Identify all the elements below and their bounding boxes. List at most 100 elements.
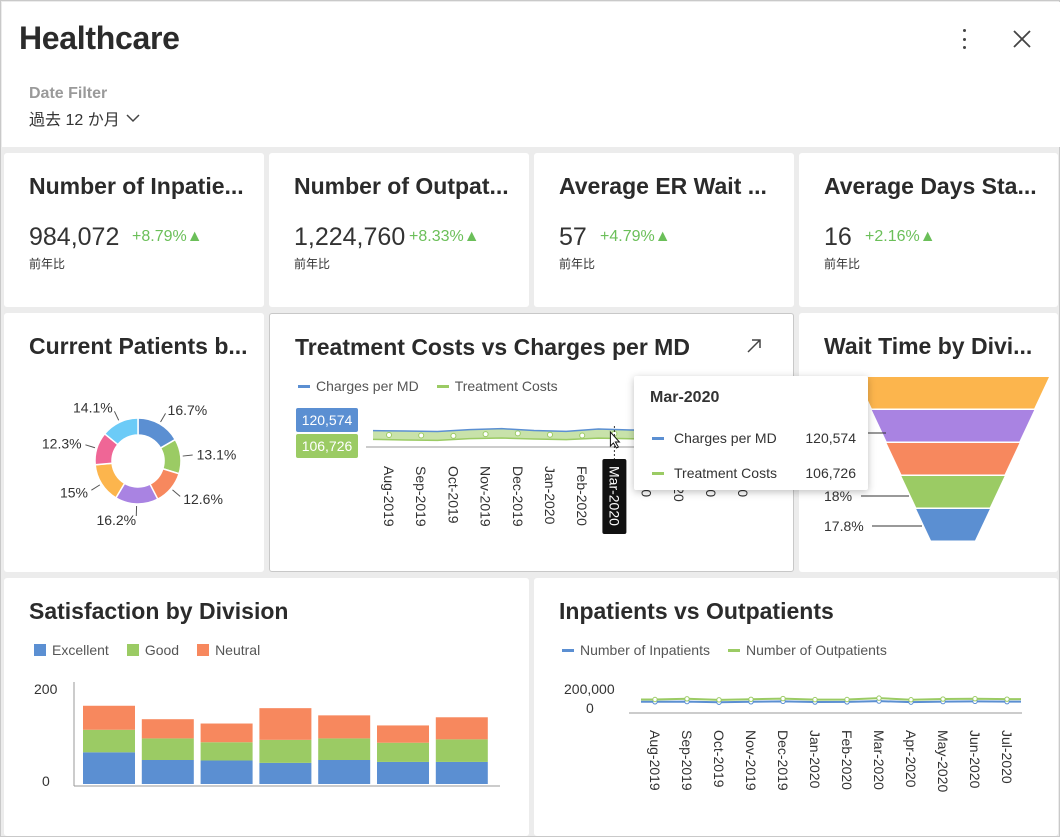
x-tick-label: Feb-2020 — [574, 466, 590, 526]
data-point — [780, 695, 786, 702]
data-point — [684, 696, 690, 702]
data-point — [876, 695, 882, 701]
stacked-bar-segment — [259, 762, 312, 784]
kpi-delta: +8.33%▲ — [409, 228, 480, 245]
stacked-bar-chart: 2000 — [34, 681, 500, 789]
kpi-card-outpatients[interactable]: Number of Outpat... 1,224,760 +8.33%▲ 前年… — [269, 153, 529, 307]
kpi-delta: +4.79%▲ — [600, 228, 671, 245]
chart-tooltip: Mar-2020 Charges per MD 120,574 Treatmen… — [634, 376, 868, 490]
x-tick-label: May-2020 — [935, 730, 951, 792]
donut-leader-line — [160, 413, 166, 423]
donut-chart: 16.7% 13.1% 12.6% 16.2% 15% 12.3% 14.1% — [42, 400, 237, 528]
stacked-bar-segment — [259, 739, 312, 763]
tooltip-value: 120,574 — [805, 430, 856, 446]
x-tick-label: Aug-2019 — [381, 466, 397, 527]
highlight-value-treatment: 106,726 — [302, 438, 353, 454]
inout-card[interactable]: Inpatients vs Outpatients Number of Inpa… — [534, 578, 1058, 836]
x-tick-label: Jan-2020 — [542, 466, 558, 525]
kpi-value: 984,072 — [29, 223, 120, 251]
kpi-card-inpatients[interactable]: Number of Inpatie... 984,072 +8.79%▲ 前年比 — [4, 153, 264, 307]
x-tick-label: Sep-2019 — [413, 466, 429, 527]
funnel-segment — [857, 377, 1049, 409]
kpi-subtitle: 前年比 — [29, 257, 66, 271]
satisfaction-card[interactable]: Satisfaction by Division Excellent Good … — [4, 578, 529, 836]
x-tick-label: Nov-2019 — [478, 466, 494, 527]
data-point — [844, 696, 850, 703]
funnel-label: 17.8% — [824, 518, 864, 534]
x-tick-label: Nov-2019 — [743, 730, 759, 791]
current-patients-card[interactable]: Current Patients b... 16.7% 13.1% 12.6% 16.… — [4, 313, 264, 572]
funnel-label: 18% — [824, 488, 852, 504]
x-tick-label: Oct-2019 — [445, 466, 461, 524]
x-tick-label: Jul-2020 — [999, 730, 1015, 784]
donut-leader-line — [85, 444, 96, 449]
stacked-bar-segment — [141, 760, 194, 784]
x-tick-label: Jun-2020 — [967, 730, 983, 789]
dashboard-window: Healthcare Date Filter 過去 12 か月 Number o… — [0, 0, 1060, 837]
donut-leader-line — [91, 484, 101, 491]
x-tick-label: Apr-2020 — [903, 730, 919, 788]
donut-slice-label: 16.7% — [168, 402, 208, 418]
funnel-segment — [886, 443, 1020, 475]
kpi-value: 1,224,760 — [294, 223, 406, 251]
stacked-bar-segment — [377, 725, 429, 743]
data-point — [418, 432, 425, 439]
x-tick-label: Aug-2019 — [647, 730, 663, 791]
tooltip-title: Mar-2020 — [650, 389, 720, 406]
kpi-delta: +8.79%▲ — [132, 228, 203, 245]
data-point — [716, 697, 722, 703]
kpi-card-er-wait[interactable]: Average ER Wait ... 57 +4.79%▲ 前年比 — [534, 153, 794, 307]
stacked-bar-segment — [83, 729, 135, 753]
stacked-bar-segment — [318, 715, 371, 739]
donut-leader-line — [182, 454, 193, 457]
x-tick-label: Sep-2019 — [679, 730, 695, 791]
stacked-bar-segment — [435, 761, 488, 784]
more-options-icon[interactable] — [952, 26, 976, 52]
donut-slice-label: 12.3% — [42, 436, 82, 452]
chevron-down-icon — [126, 114, 140, 123]
kpi-title: Average Days Sta... — [824, 173, 1037, 199]
date-filter-label: Date Filter — [29, 85, 108, 102]
x-tick-label: Jan-2020 — [807, 730, 823, 789]
series-line — [641, 697, 1021, 701]
stacked-bar-segment — [200, 723, 253, 743]
donut-slice-label: 16.2% — [96, 512, 136, 528]
data-point — [482, 431, 489, 438]
kpi-delta: +2.16%▲ — [865, 228, 936, 245]
x-tick-label: Feb-2020 — [839, 730, 855, 790]
y-tick-label: 0 — [586, 700, 594, 716]
data-point — [812, 696, 818, 703]
x-tick-label: Oct-2019 — [711, 730, 727, 788]
funnel-segment — [871, 410, 1035, 442]
kpi-value: 16 — [824, 223, 852, 251]
donut-slice-label: 13.1% — [197, 447, 237, 463]
kpi-title: Average ER Wait ... — [559, 173, 767, 199]
line-chart: 200,000 0 Aug-2019 Sep-2019 Oct-2019 Nov-2019… — [564, 681, 1022, 792]
date-filter-dropdown[interactable]: 過去 12 か月 — [29, 106, 140, 130]
donut-slice-label: 12.6% — [183, 491, 223, 507]
stacked-bar-segment — [435, 717, 488, 740]
data-point — [386, 432, 392, 438]
series-line — [641, 700, 1021, 704]
tooltip-value: 106,726 — [805, 465, 856, 481]
donut-leader-line — [113, 411, 120, 421]
x-tick-label: Dec-2019 — [510, 466, 526, 527]
stacked-bar-segment — [83, 752, 135, 784]
dashboard-header: Healthcare Date Filter 過去 12 か月 — [2, 2, 1060, 147]
y-tick-label: 0 — [42, 773, 50, 789]
funnel-segment — [901, 476, 1005, 508]
kpi-card-days-stay[interactable]: Average Days Sta... 16 +2.16%▲ 前年比 — [799, 153, 1058, 307]
kpi-value: 57 — [559, 223, 587, 251]
data-point — [652, 696, 658, 703]
kpi-title: Number of Inpatie... — [29, 173, 244, 199]
stacked-bar-segment — [83, 705, 135, 730]
data-point — [972, 695, 978, 702]
data-point — [450, 432, 457, 439]
close-icon[interactable] — [1007, 24, 1037, 54]
tooltip-row: Charges per MD 120,574 — [652, 430, 856, 446]
stacked-bar-segment — [435, 739, 488, 762]
stacked-bar-segment — [259, 708, 312, 740]
stacked-bar-segment — [200, 760, 253, 784]
highlight-value-charges: 120,574 — [302, 412, 353, 428]
stacked-bar-segment — [377, 761, 429, 784]
